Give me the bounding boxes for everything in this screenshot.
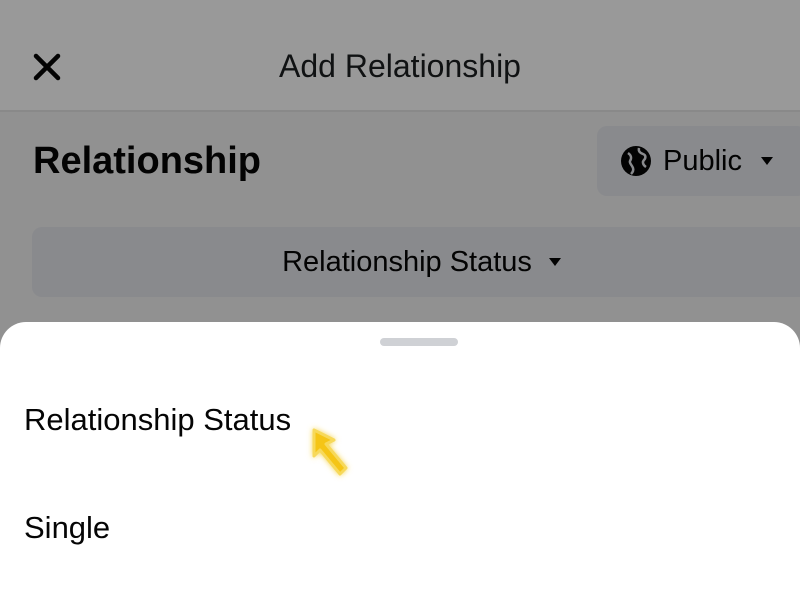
sheet-drag-handle[interactable]: [380, 338, 458, 346]
pointer-cursor-icon: [312, 428, 348, 476]
option-single[interactable]: Single: [24, 510, 110, 546]
option-relationship-status[interactable]: Relationship Status: [24, 402, 291, 438]
bottom-sheet: Relationship Status Single: [0, 322, 800, 600]
